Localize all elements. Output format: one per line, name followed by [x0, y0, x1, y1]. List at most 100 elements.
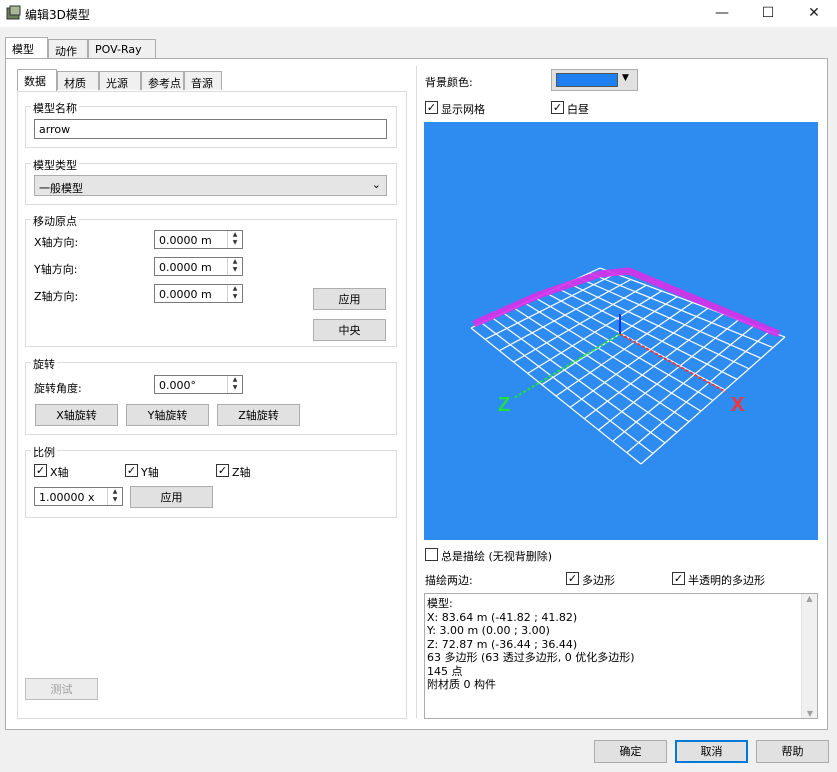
panel-divider	[416, 66, 417, 718]
scale-x-checkbox[interactable]: ✓	[34, 464, 47, 477]
viewport-canvas: XZ	[470, 267, 786, 465]
rotate-angle-stepper[interactable]: 0.000° ▲ ▼	[154, 375, 243, 394]
x-rotate-button[interactable]: X轴旋转	[35, 404, 118, 426]
rotate-label: 旋转	[31, 356, 57, 372]
spin-up-icon: ▲	[112, 488, 118, 495]
info-line: Y: 3.00 m (0.00 ; 3.00)	[427, 624, 550, 637]
tab-material[interactable]: 材质	[57, 71, 99, 90]
polygon-label: 多边形	[582, 574, 615, 587]
polygon-checkbox[interactable]: ✓	[566, 572, 579, 585]
transparent-polygon-checkbox[interactable]: ✓	[672, 572, 685, 585]
show-grid-checkbox[interactable]: ✓	[425, 101, 438, 114]
model-type-select[interactable]: 一般模型 ⌄	[34, 175, 387, 196]
scale-x-label: X轴	[50, 466, 69, 479]
y-direction-spin-buttons[interactable]: ▲ ▼	[227, 258, 242, 275]
model-name-label: 模型名称	[31, 100, 79, 116]
ok-button[interactable]: 确定	[594, 740, 667, 763]
scale-label: 比例	[31, 444, 57, 460]
tab-povray[interactable]: POV-Ray	[88, 39, 156, 58]
model-type-value: 一般模型	[39, 182, 83, 195]
model-info-text: 模型: X: 83.64 m (-41.82 ; 41.82) Y: 3.00 m …	[427, 597, 635, 692]
always-draw-label: 总是描绘 (无视背删除)	[441, 550, 553, 563]
dropdown-arrow-icon: ▼	[622, 73, 629, 83]
spin-up-icon: ▲	[232, 231, 238, 238]
z-direction-stepper[interactable]: 0.0000 m ▲ ▼	[154, 284, 243, 303]
scale-spin-buttons[interactable]: ▲ ▼	[107, 488, 122, 505]
x-direction-value: 0.0000 m	[159, 234, 212, 247]
rotate-angle-value: 0.000°	[159, 379, 196, 392]
spin-down-icon: ▼	[112, 496, 118, 503]
info-scrollbar[interactable]: ▲ ▼	[801, 594, 817, 718]
scale-z-label: Z轴	[232, 466, 251, 479]
minimize-button[interactable]: —	[699, 0, 745, 27]
z-direction-value: 0.0000 m	[159, 288, 212, 301]
z-direction-spin-buttons[interactable]: ▲ ▼	[227, 285, 242, 302]
color-swatch	[556, 73, 618, 87]
z-rotate-button[interactable]: Z轴旋转	[217, 404, 300, 426]
transparent-polygon-label: 半透明的多边形	[688, 574, 765, 587]
tab-model[interactable]: 模型	[5, 37, 48, 60]
scroll-up-icon[interactable]: ▲	[802, 594, 817, 603]
scale-stepper[interactable]: 1.00000 x ▲ ▼	[34, 487, 123, 506]
window-title: 编辑3D模型	[25, 8, 90, 22]
scale-y-label: Y轴	[141, 466, 159, 479]
x-direction-stepper[interactable]: 0.0000 m ▲ ▼	[154, 230, 243, 249]
model-type-label: 模型类型	[31, 157, 79, 173]
y-direction-label: Y轴方向:	[34, 263, 78, 276]
white-display-label: 白昼	[567, 103, 589, 116]
tab-sound[interactable]: 音源	[184, 71, 222, 90]
3d-viewport[interactable]: XZ	[424, 122, 818, 540]
spin-down-icon: ▼	[232, 384, 238, 391]
scale-z-checkbox[interactable]: ✓	[216, 464, 229, 477]
x-direction-spin-buttons[interactable]: ▲ ▼	[227, 231, 242, 248]
cancel-button[interactable]: 取消	[675, 740, 748, 763]
always-draw-checkbox[interactable]	[425, 548, 438, 561]
model-info-box[interactable]: 模型: X: 83.64 m (-41.82 ; 41.82) Y: 3.00 m …	[424, 593, 818, 719]
tab-data[interactable]: 数据	[17, 69, 57, 92]
y-direction-stepper[interactable]: 0.0000 m ▲ ▼	[154, 257, 243, 276]
app-icon	[6, 5, 22, 21]
info-line: 63 多边形 (63 透过多边形, 0 优化多边形)	[427, 651, 635, 664]
rotate-angle-label: 旋转角度:	[34, 382, 82, 395]
spin-up-icon: ▲	[232, 376, 238, 383]
info-line: Z: 72.87 m (-36.44 ; 36.44)	[427, 637, 578, 651]
spin-down-icon: ▼	[232, 239, 238, 246]
tab-action[interactable]: 动作	[48, 39, 88, 58]
scale-y-checkbox[interactable]: ✓	[125, 464, 138, 477]
center-button[interactable]: 中央	[313, 319, 386, 341]
scale-apply-button[interactable]: 应用	[130, 486, 213, 508]
rotate-angle-spin-buttons[interactable]: ▲ ▼	[227, 376, 242, 393]
show-grid-label: 显示网格	[441, 103, 485, 116]
info-line: X: 83.64 m (-41.82 ; 41.82)	[427, 610, 578, 624]
background-color-label: 背景颜色:	[425, 76, 473, 89]
y-direction-value: 0.0000 m	[159, 261, 212, 274]
tab-reference-point[interactable]: 参考点	[141, 71, 184, 90]
test-button[interactable]: 测试	[25, 678, 98, 700]
spin-up-icon: ▲	[232, 285, 238, 292]
x-direction-label: X轴方向:	[34, 236, 79, 249]
white-display-checkbox[interactable]: ✓	[551, 101, 564, 114]
origin-apply-button[interactable]: 应用	[313, 288, 386, 310]
tab-light[interactable]: 光源	[99, 71, 141, 90]
grid-line	[567, 282, 750, 370]
z-axis-label: Z	[498, 394, 510, 416]
move-origin-label: 移动原点	[31, 213, 79, 229]
x-axis-label: X	[731, 394, 745, 416]
scroll-down-icon[interactable]: ▼	[802, 709, 818, 718]
draw-both-sides-label: 描绘两边:	[425, 574, 473, 587]
chevron-down-icon: ⌄	[371, 178, 381, 191]
z-direction-label: Z轴方向:	[34, 290, 79, 303]
model-name-input[interactable]: arrow	[34, 119, 387, 139]
spin-up-icon: ▲	[232, 258, 238, 265]
info-line: 模型:	[427, 597, 453, 610]
y-rotate-button[interactable]: Y轴旋转	[126, 404, 209, 426]
help-button[interactable]: 帮助	[756, 740, 829, 763]
maximize-button[interactable]: ☐	[745, 0, 791, 27]
background-color-picker[interactable]: ▼	[551, 69, 638, 91]
spin-down-icon: ▼	[232, 293, 238, 300]
info-line: 145 点	[427, 664, 463, 678]
spin-down-icon: ▼	[232, 266, 238, 273]
close-button[interactable]: ✕	[791, 0, 837, 27]
scale-value: 1.00000 x	[39, 491, 95, 504]
info-line: 附材质 0 构件	[427, 678, 496, 691]
